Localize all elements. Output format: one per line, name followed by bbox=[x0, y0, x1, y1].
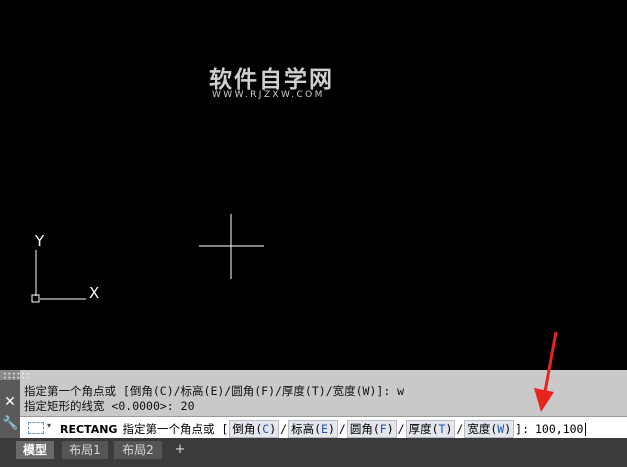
history-line-2: 指定矩形的线宽 <0.0000>: 20 bbox=[24, 399, 195, 413]
canvas-overlay: Y X bbox=[31, 214, 264, 303]
layout-tab-bar: 模型 布局1 布局2 + bbox=[0, 438, 627, 467]
command-typed-value[interactable]: 100,100 bbox=[535, 422, 583, 436]
wrench-icon[interactable]: 🔧 bbox=[2, 416, 18, 432]
command-prompt-text: 指定第一个角点或 [ bbox=[122, 422, 229, 436]
option-thickness[interactable]: 厚度(T) bbox=[405, 420, 456, 438]
command-prompt: RECTANG 指定第一个角点或 [ 倒角(C) / 标高(E) / 圆角(F) / … bbox=[60, 420, 587, 438]
text-cursor bbox=[585, 422, 587, 436]
option-separator: / bbox=[397, 422, 405, 436]
command-line-input[interactable]: ▾ RECTANG 指定第一个角点或 [ 倒角(C) / 标高(E) / 圆角(F)… bbox=[20, 416, 627, 439]
command-panel: •••••• •••••• ✕ 🔧 指定第一个角点或 [倒角(C)/标高(E)/圆… bbox=[0, 370, 627, 439]
option-separator: / bbox=[280, 422, 288, 436]
add-layout-icon[interactable]: + bbox=[172, 441, 188, 459]
tab-layout1[interactable]: 布局1 bbox=[62, 441, 108, 459]
tab-layout2[interactable]: 布局2 bbox=[114, 441, 162, 459]
option-elevation[interactable]: 标高(E) bbox=[288, 420, 338, 438]
history-line-1: 指定第一个角点或 [倒角(C)/标高(E)/圆角(F)/厚度(T)/宽度(W)]… bbox=[24, 384, 405, 398]
close-icon[interactable]: ✕ bbox=[3, 394, 17, 410]
recent-commands-icon[interactable] bbox=[28, 422, 44, 434]
command-prompt-suffix: ]: bbox=[515, 422, 529, 436]
panel-grip-handle[interactable]: •••••• •••••• bbox=[0, 370, 29, 382]
ucs-y-label: Y bbox=[34, 232, 45, 250]
option-fillet[interactable]: 圆角(F) bbox=[346, 420, 397, 438]
chevron-down-icon[interactable]: ▾ bbox=[47, 421, 51, 430]
option-chamfer[interactable]: 倒角(C) bbox=[229, 420, 280, 438]
option-separator: / bbox=[338, 422, 346, 436]
command-panel-sidebar: ✕ 🔧 bbox=[0, 380, 20, 438]
ucs-x-label: X bbox=[89, 284, 99, 302]
ucs-icon: Y X bbox=[31, 232, 99, 303]
tab-model[interactable]: 模型 bbox=[16, 441, 54, 459]
drawing-canvas[interactable]: 软件自学网 WWW.RJZXW.COM Y X bbox=[0, 0, 627, 370]
option-separator: / bbox=[456, 422, 464, 436]
crosshair-cursor bbox=[199, 214, 264, 279]
option-width[interactable]: 宽度(W) bbox=[464, 420, 515, 438]
command-name: RECTANG bbox=[60, 422, 118, 436]
